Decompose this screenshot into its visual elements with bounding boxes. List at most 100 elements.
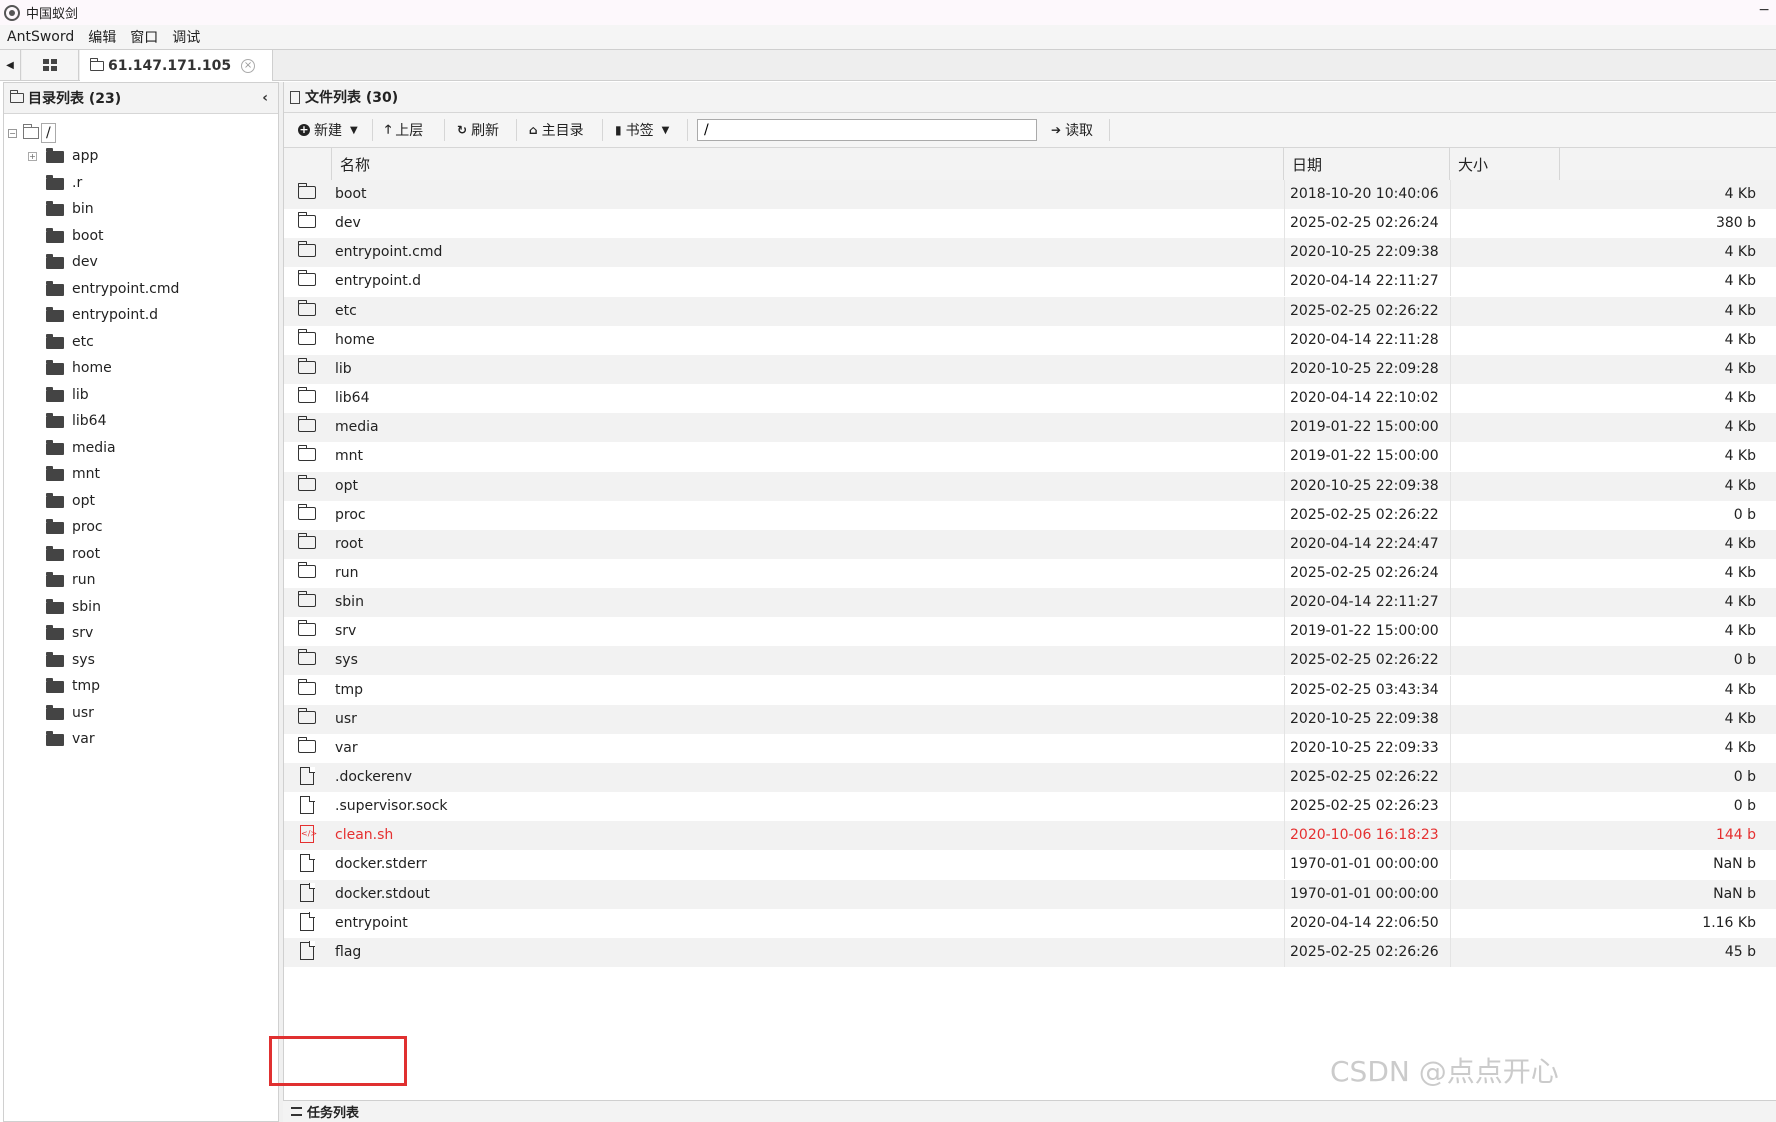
tree-item-label: usr [72,704,94,721]
file-row[interactable]: lib64 2020-04-14 22:10:02 4 Kb [284,384,1776,414]
folder-icon [46,519,64,534]
file-row[interactable]: opt 2020-10-25 22:09:38 4 Kb [284,471,1776,501]
file-name: entrypoint [335,914,408,931]
file-row[interactable]: docker.stdout 1970-01-01 00:00:00 NaN b [284,879,1776,909]
file-name: entrypoint.d [335,273,422,290]
arrow-up-icon: 🡑 [385,121,392,136]
expand-toggle-icon[interactable]: + [28,152,37,161]
file-name: home [335,331,375,348]
column-divider [1284,238,1285,268]
file-name: .supervisor.sock [335,798,448,815]
file-row[interactable]: dev 2025-02-25 02:26:24 380 b [284,209,1776,239]
file-row[interactable]: entrypoint.cmd 2020-10-25 22:09:38 4 Kb [284,238,1776,268]
home-dir-button[interactable]: ⌂ 主目录 [529,113,584,147]
file-date: 2020-04-14 22:06:50 [1290,914,1439,931]
icon-column-header [284,148,332,180]
file-row[interactable]: tmp 2025-02-25 03:43:34 4 Kb [284,675,1776,705]
tree-item-label: dev [72,254,98,270]
file-row[interactable]: home 2020-04-14 22:11:28 4 Kb [284,325,1776,355]
collapse-toggle-icon[interactable]: − [8,128,17,138]
file-size: NaN b [1713,885,1756,902]
tree-root[interactable]: − / [8,123,56,143]
folder-icon [46,174,64,190]
file-row[interactable]: run 2025-02-25 02:26:24 4 Kb [284,558,1776,588]
file-row[interactable]: .supervisor.sock 2025-02-25 02:26:23 0 b [284,792,1776,822]
file-icon [300,941,315,960]
home-dir-label: 主目录 [541,123,584,139]
file-row[interactable]: docker.stderr 1970-01-01 00:00:00 NaN b [284,850,1776,880]
file-row[interactable]: entrypoint.d 2020-04-14 22:11:27 4 Kb [284,267,1776,297]
size-column-header[interactable]: 大小 [1450,148,1560,180]
file-name: run [335,564,359,581]
menu-debug[interactable]: 调试 [165,27,207,47]
list-icon [291,1107,302,1116]
column-divider [1450,908,1451,938]
column-divider [1284,296,1285,326]
file-row[interactable]: srv 2019-01-22 15:00:00 4 Kb [284,617,1776,647]
file-size: 4 Kb [1724,739,1756,756]
menu-antsword[interactable]: AntSword [0,29,81,45]
file-row[interactable]: sbin 2020-04-14 22:11:27 4 Kb [284,588,1776,618]
column-divider [1284,354,1285,384]
file-row[interactable]: media 2019-01-22 15:00:00 4 Kb [284,413,1776,443]
file-size: 4 Kb [1724,331,1756,348]
column-divider [1450,442,1451,472]
home-icon: ⌂ [529,123,538,137]
column-divider [1284,792,1285,822]
file-date: 2020-10-06 16:18:23 [1290,827,1439,844]
folder-icon [297,445,316,462]
column-divider [1450,646,1451,676]
tab-home-grid[interactable] [22,50,79,80]
collapse-panel-icon[interactable]: ‹ [262,90,268,106]
column-divider [1284,850,1285,880]
file-row[interactable]: var 2020-10-25 22:09:33 4 Kb [284,733,1776,763]
minimize-icon[interactable]: − [1758,2,1770,18]
refresh-button[interactable]: ↻ 刷新 [457,113,499,147]
date-column-header[interactable]: 日期 [1284,148,1450,180]
file-row[interactable]: boot 2018-10-20 10:40:06 4 Kb [284,180,1776,209]
file-row[interactable]: etc 2025-02-25 02:26:22 4 Kb [284,296,1776,326]
column-divider [1284,675,1285,705]
file-row[interactable]: .dockerenv 2025-02-25 02:26:22 0 b [284,763,1776,792]
path-input[interactable] [697,119,1037,141]
new-button[interactable]: + 新建 ▼ [298,113,358,147]
column-divider [1450,529,1451,559]
folder-icon [46,545,64,561]
menu-edit[interactable]: 编辑 [81,27,123,47]
bookmark-button[interactable]: ▮ 书签 ▼ [615,113,669,147]
file-row[interactable]: root 2020-04-14 22:24:47 4 Kb [284,529,1776,559]
menu-window[interactable]: 窗口 [123,27,165,47]
task-list-bar[interactable]: 任务列表 [283,1100,1776,1122]
tab-scroll-left-icon[interactable]: ◀ [0,50,21,80]
tree-item-label: opt [72,492,95,509]
tab-close-icon[interactable]: × [241,58,256,73]
folder-icon [297,328,316,345]
tree-root-label[interactable]: / [41,123,56,143]
file-name: etc [335,302,357,319]
file-date: 2020-04-14 22:24:47 [1290,535,1439,552]
code-file-icon: </> [300,825,317,844]
document-icon [290,90,300,104]
file-row[interactable]: lib 2020-10-25 22:09:28 4 Kb [284,354,1776,384]
column-divider [1450,471,1451,501]
file-row[interactable]: entrypoint 2020-04-14 22:06:50 1.16 Kb [284,908,1776,938]
file-row[interactable]: usr 2020-10-25 22:09:38 4 Kb [284,704,1776,734]
name-column-header[interactable]: 名称 [332,148,1284,180]
file-row[interactable]: sys 2025-02-25 02:26:22 0 b [284,646,1776,676]
new-button-label: 新建 [314,123,342,139]
tree-item-label: var [72,731,95,747]
file-name: srv [335,623,357,640]
up-level-button[interactable]: 🡑 上层 [385,113,423,147]
file-row[interactable]: proc 2025-02-25 02:26:22 0 b [284,500,1776,530]
file-date: 2018-10-20 10:40:06 [1290,186,1439,202]
tab-host[interactable]: 61.147.171.105 × [80,50,273,81]
file-row[interactable]: flag 2025-02-25 02:26:26 45 b [284,937,1776,967]
folder-icon [297,707,316,724]
folder-icon [10,90,24,103]
folder-icon [297,299,316,316]
read-button[interactable]: ➔ 读取 [1051,113,1093,147]
directory-panel: 目录列表 (23) ‹ − / + app .r bin boot dev entrypoi… [3,82,279,1122]
file-list-title: 文件列表 (30) [305,90,399,106]
file-row[interactable]: </> clean.sh 2020-10-06 16:18:23 144 b [284,821,1776,851]
file-row[interactable]: mnt 2019-01-22 15:00:00 4 Kb [284,442,1776,472]
